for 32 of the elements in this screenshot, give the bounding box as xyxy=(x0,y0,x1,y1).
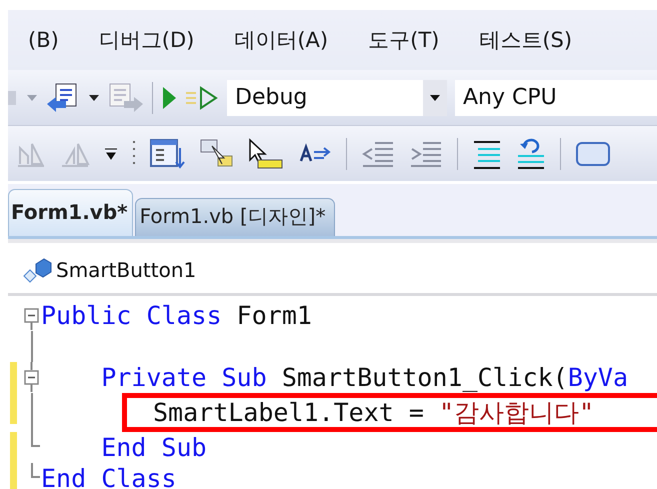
pointer-label-icon[interactable] xyxy=(248,138,284,170)
platform-dropdown[interactable]: Any CPU xyxy=(455,80,657,116)
copy-pointer-icon[interactable] xyxy=(200,138,234,170)
tab-order-icon[interactable] xyxy=(150,138,186,170)
code-line: End Class xyxy=(41,464,176,489)
outdent-icon[interactable] xyxy=(361,140,395,168)
method-cube-icon xyxy=(22,257,52,283)
undo-lines-icon[interactable] xyxy=(516,138,546,170)
indent-icon[interactable] xyxy=(409,140,443,168)
code-line: SmartLabel1.Text = "감사합니다" xyxy=(153,398,594,427)
dropdown-arrow-icon[interactable] xyxy=(88,94,100,102)
code-line: Private Sub SmartButton1_Click(ByVa xyxy=(100,363,628,392)
menu-item[interactable]: 데이터(A) xyxy=(214,26,348,54)
menu-item[interactable]: 디버그(D) xyxy=(78,26,214,54)
menu-item[interactable]: 테스트(S) xyxy=(459,26,592,54)
configuration-dropdown[interactable]: Debug xyxy=(227,80,447,116)
document-tab[interactable]: Form1.vb [디자인]* xyxy=(134,198,335,236)
text-arrow-icon[interactable] xyxy=(298,142,332,164)
dropdown-arrow-icon[interactable] xyxy=(429,94,441,102)
lines-icon[interactable] xyxy=(472,138,502,168)
play-icon[interactable] xyxy=(161,86,177,110)
menu-item[interactable]: (B) xyxy=(8,28,79,52)
fold-line-icon xyxy=(30,393,32,432)
rectangle-icon[interactable] xyxy=(575,140,611,166)
menu-item[interactable]: 도구(T) xyxy=(348,26,460,54)
document-tab[interactable]: Form1.vb* xyxy=(8,189,133,236)
step-play-icon[interactable] xyxy=(185,86,219,110)
member-name[interactable]: SmartButton1 xyxy=(56,258,196,282)
code-line: Public Class Form1 xyxy=(41,301,312,330)
overflow-chevron-icon[interactable] xyxy=(104,146,118,160)
collapse-icon[interactable] xyxy=(24,362,39,392)
code-line: End Sub xyxy=(100,433,207,462)
